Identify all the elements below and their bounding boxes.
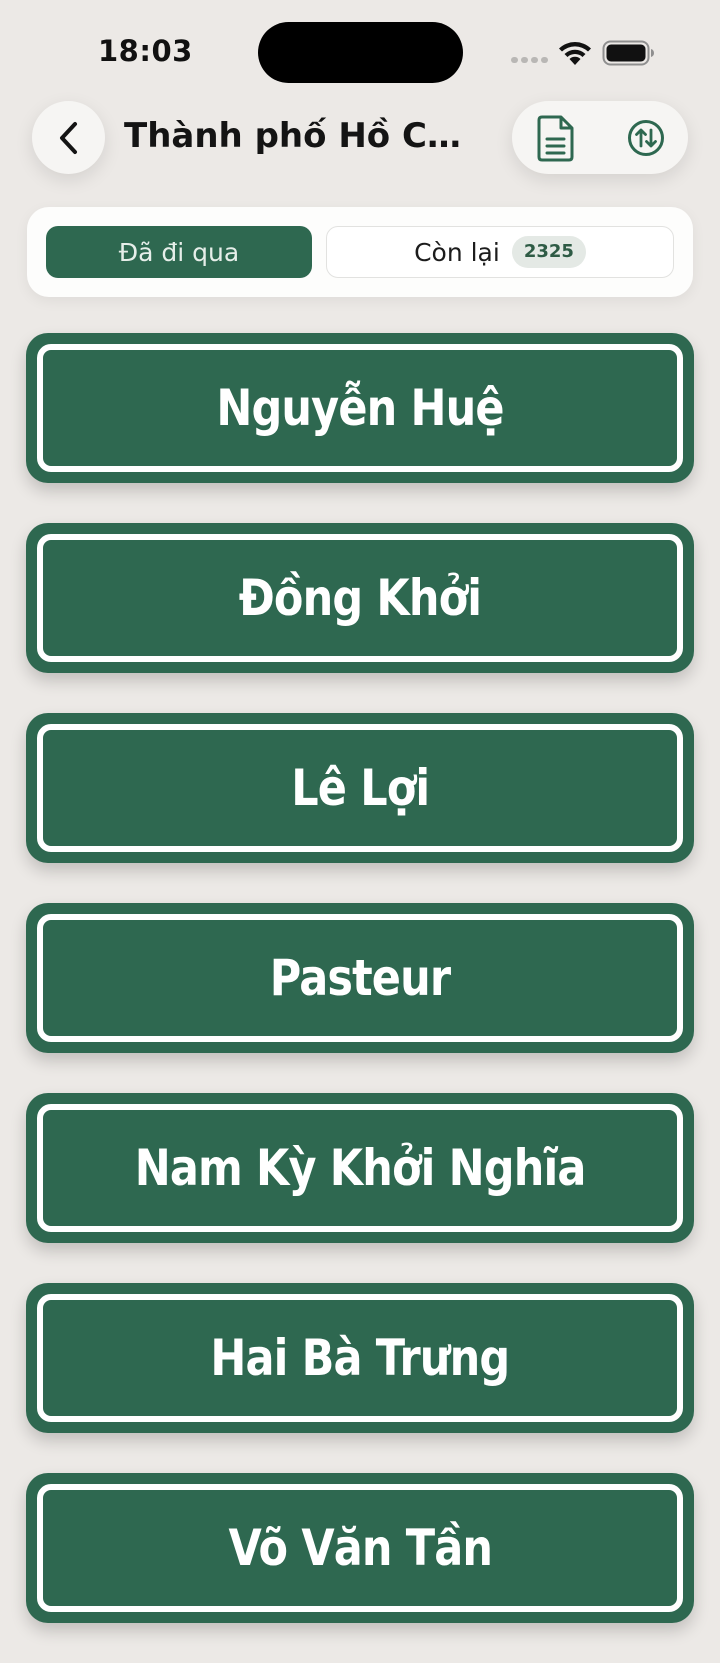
street-sign-frame: Pasteur xyxy=(37,914,683,1042)
segment-visited-label: Đã đi qua xyxy=(118,237,240,267)
street-sign-frame: Võ Văn Tần xyxy=(37,1484,683,1612)
street-sign[interactable]: Pasteur xyxy=(26,903,694,1053)
sort-button[interactable] xyxy=(626,118,666,158)
battery-icon xyxy=(602,40,654,66)
street-sign-frame: Nguyễn Huệ xyxy=(37,344,683,472)
street-list: Nguyễn Huệ Đồng Khởi Lê Lợi Pasteur Nam … xyxy=(26,333,694,1663)
street-sign-frame: Nam Kỳ Khởi Nghĩa xyxy=(37,1104,683,1232)
street-name: Pasteur xyxy=(269,949,451,1007)
street-sign-frame: Đồng Khởi xyxy=(37,534,683,662)
status-time: 18:03 xyxy=(98,34,193,68)
street-sign[interactable]: Lê Lợi xyxy=(26,713,694,863)
sort-arrows-icon xyxy=(628,120,664,156)
street-sign[interactable]: Nam Kỳ Khởi Nghĩa xyxy=(26,1093,694,1243)
document-button[interactable] xyxy=(532,113,580,163)
street-sign[interactable]: Nguyễn Huệ xyxy=(26,333,694,483)
segment-visited[interactable]: Đã đi qua xyxy=(46,226,312,278)
segment-remaining-label: Còn lại xyxy=(414,237,500,267)
street-name: Đồng Khởi xyxy=(238,569,482,627)
header-actions xyxy=(512,101,688,174)
street-name: Nam Kỳ Khởi Nghĩa xyxy=(134,1139,587,1197)
street-name: Lê Lợi xyxy=(290,759,430,817)
cellular-signal-icon xyxy=(511,57,548,63)
chevron-left-icon xyxy=(59,121,77,154)
street-name: Võ Văn Tần xyxy=(228,1519,493,1577)
status-bar: 18:03 xyxy=(0,0,720,100)
street-sign[interactable]: Hai Bà Trưng xyxy=(26,1283,694,1433)
street-name: Nguyễn Huệ xyxy=(216,379,504,437)
wifi-icon xyxy=(559,42,591,65)
street-sign-frame: Lê Lợi xyxy=(37,724,683,852)
remaining-count-badge: 2325 xyxy=(511,236,586,268)
street-sign[interactable]: Võ Văn Tần xyxy=(26,1473,694,1623)
dynamic-island xyxy=(258,22,463,83)
street-name: Hai Bà Trưng xyxy=(210,1329,511,1387)
segmented-control: Đã đi qua Còn lại 2325 xyxy=(27,207,693,297)
document-icon xyxy=(537,115,574,162)
street-sign-frame: Hai Bà Trưng xyxy=(37,1294,683,1422)
back-button[interactable] xyxy=(32,101,105,174)
segment-remaining[interactable]: Còn lại 2325 xyxy=(326,226,674,278)
street-sign[interactable]: Đồng Khởi xyxy=(26,523,694,673)
page-title: Thành phố Hồ Chí... xyxy=(124,116,474,156)
